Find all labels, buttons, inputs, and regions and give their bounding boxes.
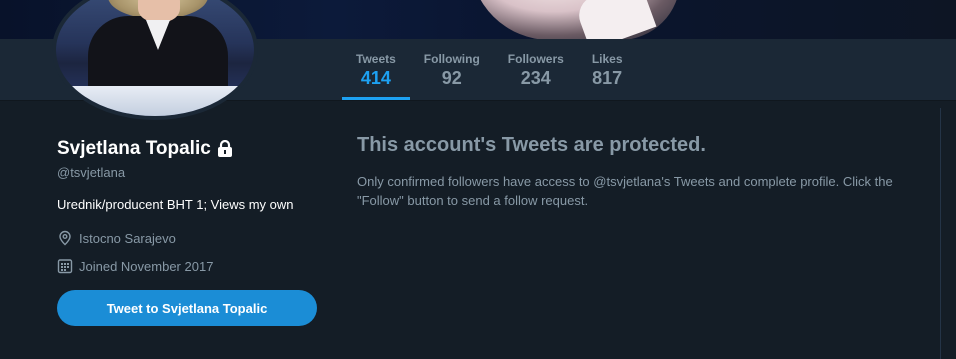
profile-name[interactable]: Svjetlana Topalic	[57, 138, 211, 160]
profile-stats: Tweets 414 Following 92 Followers 234 Li…	[342, 39, 637, 100]
stat-tweets[interactable]: Tweets 414	[342, 39, 410, 100]
stat-label: Following	[423, 52, 480, 66]
location-text: Istocno Sarajevo	[79, 230, 176, 246]
stat-value: 234	[520, 68, 551, 88]
protected-message: Only confirmed followers have access to …	[357, 174, 893, 208]
calendar-icon	[57, 259, 73, 274]
avatar-desk	[56, 86, 254, 116]
tweet-to-button[interactable]: Tweet to Svjetlana Topalic	[57, 290, 317, 326]
profile-joined: Joined November 2017	[57, 258, 213, 274]
stat-likes[interactable]: Likes 817	[578, 39, 637, 100]
stat-label: Followers	[507, 52, 564, 66]
profile-location: Istocno Sarajevo	[57, 230, 176, 246]
joined-text: Joined November 2017	[79, 258, 214, 274]
stat-label: Likes	[591, 52, 623, 66]
profile-name-row: Svjetlana Topalic	[57, 138, 234, 160]
stat-label: Tweets	[356, 52, 396, 66]
lock-icon	[217, 140, 232, 157]
stat-value: 414	[360, 68, 391, 88]
banner-photo	[470, 0, 680, 39]
column-divider	[940, 108, 941, 359]
avatar[interactable]	[52, 0, 258, 120]
stat-following[interactable]: Following 92	[410, 39, 494, 100]
stat-value: 92	[441, 68, 462, 88]
stat-followers[interactable]: Followers 234	[494, 39, 578, 100]
stat-value: 817	[592, 68, 623, 88]
location-icon	[59, 230, 71, 246]
profile-bio: Urednik/producent BHT 1; Views my own	[57, 197, 294, 212]
avatar-face	[138, 0, 180, 22]
profile-handle[interactable]: @tsvjetlana	[57, 165, 125, 180]
protected-title: This account's Tweets are protected.	[357, 134, 706, 156]
